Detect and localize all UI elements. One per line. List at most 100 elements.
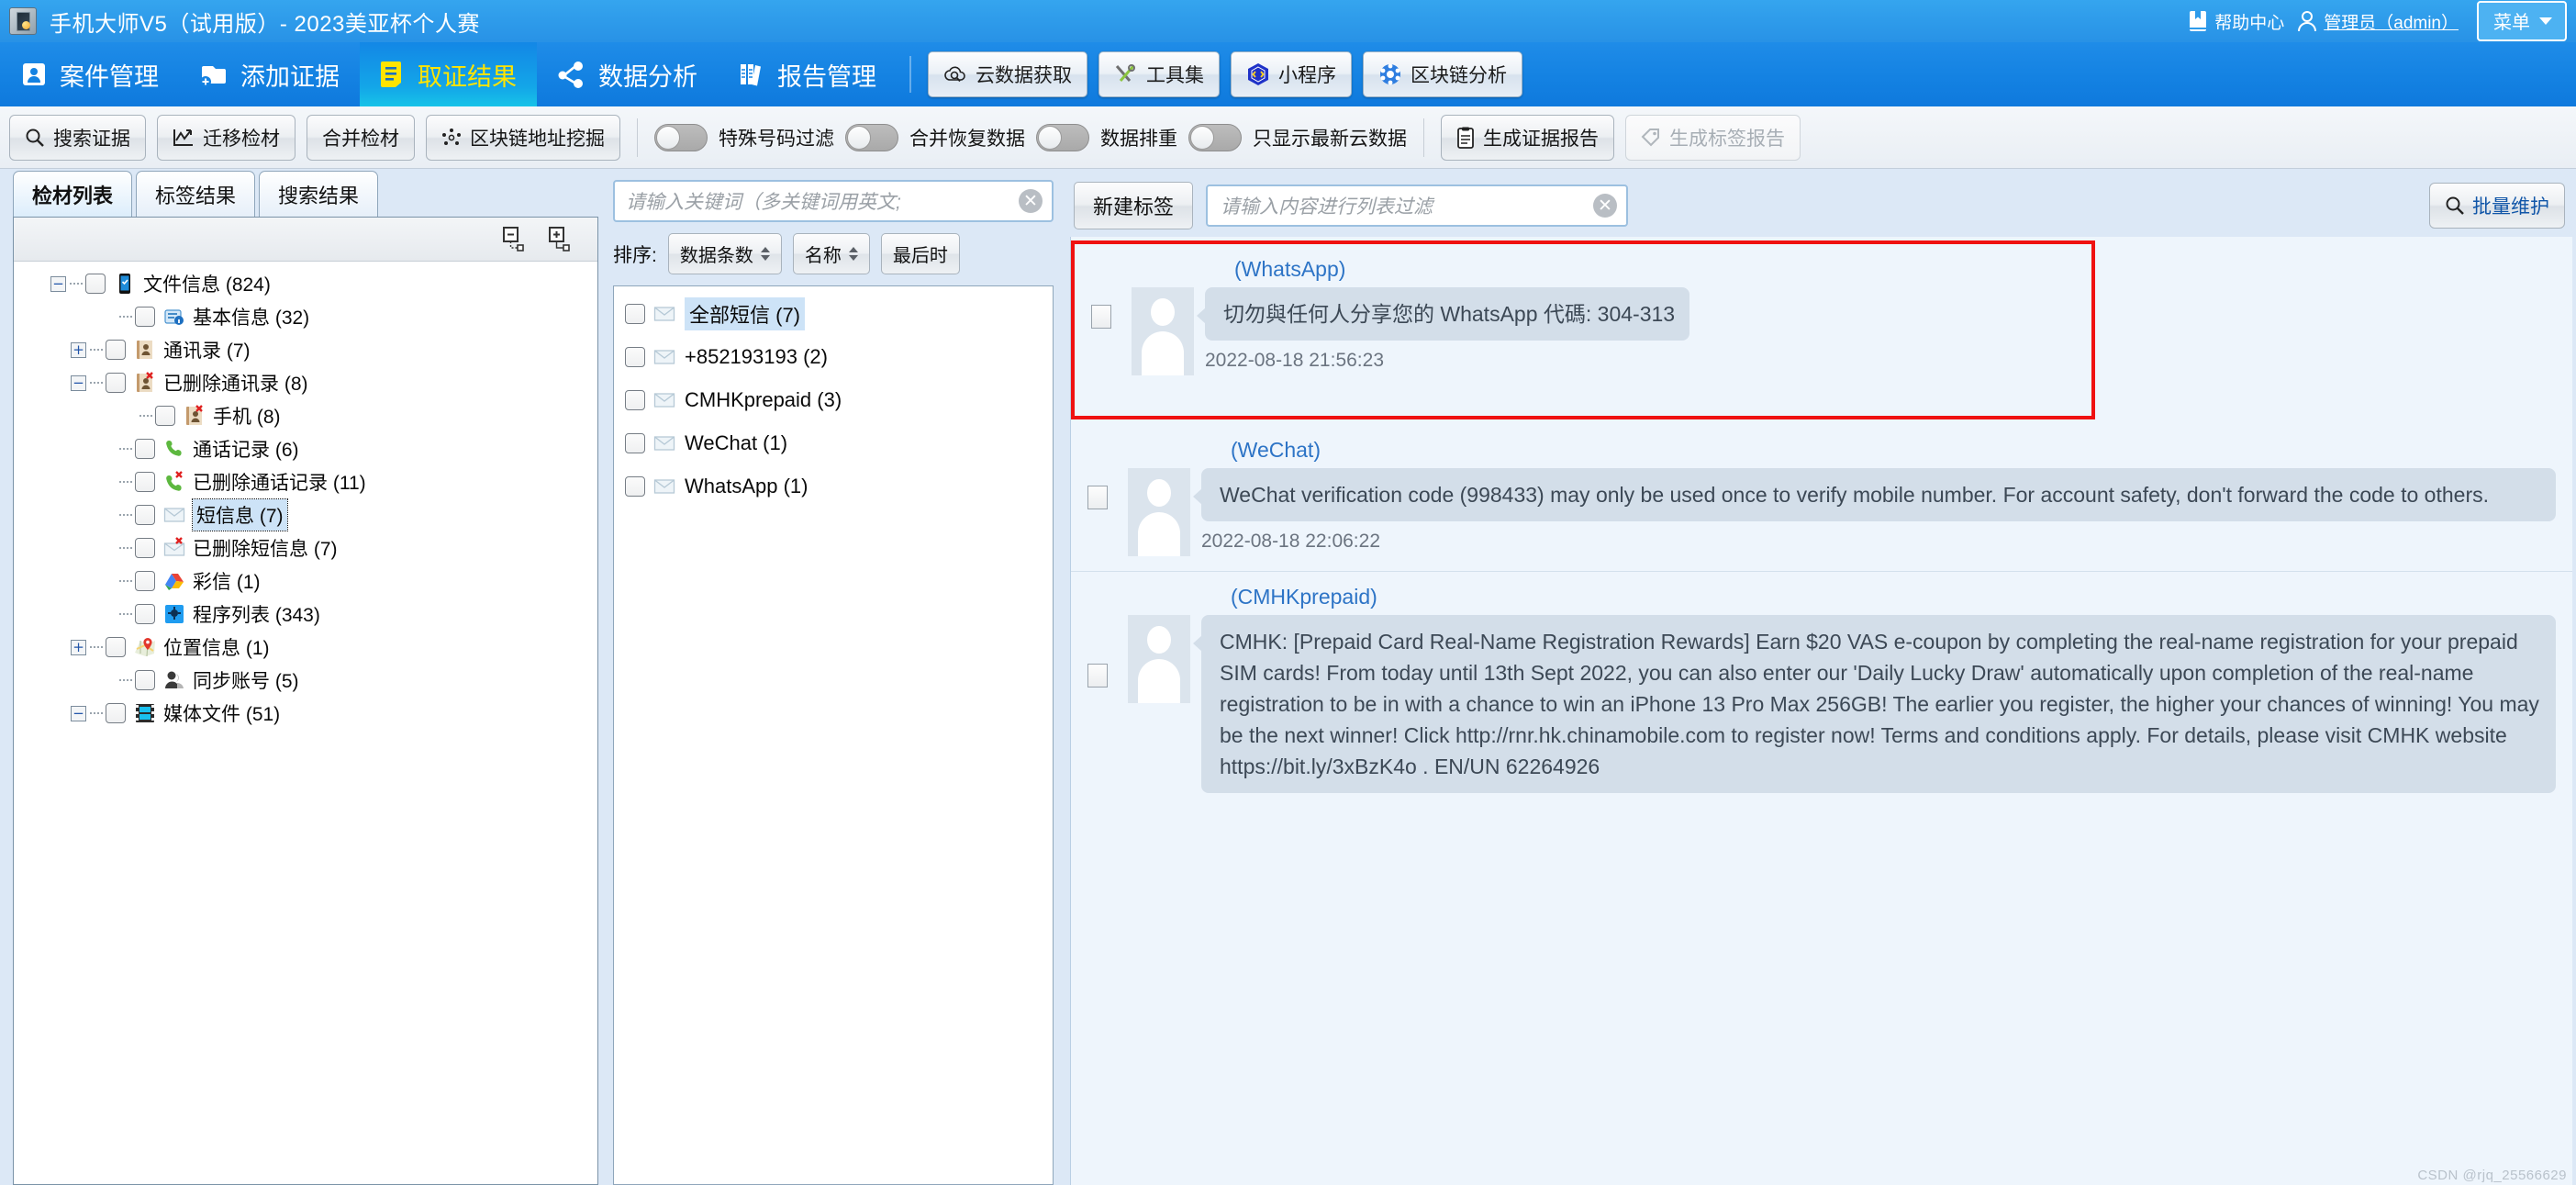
generate-evidence-report-button[interactable]: 生成证据报告 <box>1441 114 1614 161</box>
toggle-latest-cloud-data-only[interactable]: 只显示最新云数据 <box>1188 123 1407 151</box>
sort-by-last-time-button[interactable]: 最后时 <box>880 233 960 274</box>
list-item[interactable]: WeChat (1) <box>614 421 1053 464</box>
tree-node-media-files[interactable]: − 媒体文件 (51) <box>14 697 597 730</box>
batch-maintain-button[interactable]: 批量维护 <box>2429 183 2565 229</box>
tree-node-call-log[interactable]: 通话记录 (6) <box>14 432 597 465</box>
tree-node-sync-account[interactable]: 同步账号 (5) <box>14 664 597 697</box>
toggle-special-number-filter[interactable]: 特殊号码过滤 <box>654 123 834 151</box>
tree-checkbox[interactable] <box>85 274 106 294</box>
tree-node-basic-info[interactable]: 基本信息 (32) <box>14 300 597 333</box>
message-list[interactable]: (WhatsApp) 切勿與任何人分享您的 WhatsApp 代碼: 304-3… <box>1070 237 2572 1185</box>
cloud-fetch-button[interactable]: 云数据获取 <box>928 51 1087 97</box>
tree-node-app-list[interactable]: 程序列表 (343) <box>14 598 597 631</box>
message-checkbox[interactable] <box>1087 486 1108 509</box>
clear-icon[interactable]: ✕ <box>1593 194 1618 218</box>
collapse-toggle[interactable]: − <box>71 375 86 391</box>
help-center-link[interactable]: 帮助中心 <box>2188 9 2284 34</box>
tree-node-sms[interactable]: 短信息 (7) <box>14 498 597 531</box>
nav-tab-data-analysis[interactable]: 数据分析 <box>537 42 718 106</box>
tree-checkbox[interactable] <box>106 340 126 360</box>
list-item[interactable]: WhatsApp (1) <box>614 464 1053 508</box>
collapse-all-icon[interactable] <box>500 226 528 253</box>
tools-button[interactable]: 工具集 <box>1098 51 1220 97</box>
blockchain-analysis-button[interactable]: 区块链分析 <box>1363 51 1522 97</box>
user-account-link[interactable]: 管理员（admin） <box>2297 9 2459 34</box>
tree-node-contacts[interactable]: + 通讯录 (7) <box>14 333 597 366</box>
toggle-switch[interactable] <box>1036 123 1089 151</box>
clear-icon[interactable]: ✕ <box>1019 189 1043 213</box>
tree-checkbox[interactable] <box>106 637 126 657</box>
toggle-switch[interactable] <box>845 123 898 151</box>
tree-checkbox[interactable] <box>155 406 175 426</box>
button-label: 区块链地址挖掘 <box>470 128 605 150</box>
message-card[interactable]: (WeChat) WeChat verification code (99843… <box>1071 425 2572 565</box>
keyword-search-input[interactable]: 请输入关键词（多关键词用英文; ✕ <box>613 180 1054 222</box>
tree-node-deleted-sms[interactable]: 已删除短信息 (7) <box>14 531 597 565</box>
tab-tag-result[interactable]: 标签结果 <box>136 171 256 217</box>
sort-by-count-button[interactable]: 数据条数 <box>667 233 782 274</box>
list-item-checkbox[interactable] <box>625 303 645 324</box>
tree-checkbox[interactable] <box>135 472 155 492</box>
sort-by-name-button[interactable]: 名称 <box>792 233 870 274</box>
menu-button[interactable]: 菜单 <box>2477 1 2567 41</box>
list-item[interactable]: 全部短信 (7) <box>614 292 1053 335</box>
menu-label: 菜单 <box>2493 13 2530 33</box>
conversation-list[interactable]: 全部短信 (7) +852193193 (2) CMHKprepaid (3) <box>613 285 1054 1185</box>
generate-tag-report-button[interactable]: 生成标签报告 <box>1625 114 1801 161</box>
tree-checkbox[interactable] <box>135 505 155 525</box>
nav-label: 报告管理 <box>777 62 876 91</box>
mini-program-button[interactable]: 小程序 <box>1231 51 1352 97</box>
tree-checkbox[interactable] <box>135 670 155 690</box>
nav-tab-add-evidence[interactable]: 添加证据 <box>179 42 360 106</box>
tree-checkbox[interactable] <box>135 604 155 624</box>
tree-node-mms[interactable]: 彩信 (1) <box>14 565 597 598</box>
migrate-material-button[interactable]: 迁移检材 <box>157 114 296 161</box>
toggle-merge-recovered-data[interactable]: 合并恢复数据 <box>845 123 1025 151</box>
tree-checkbox[interactable] <box>106 373 126 393</box>
nav-tab-forensic-result[interactable]: 取证结果 <box>360 42 537 106</box>
nav-tab-report-management[interactable]: 报告管理 <box>718 42 897 106</box>
toggle-switch[interactable] <box>654 123 708 151</box>
message-checkbox[interactable] <box>1091 305 1111 329</box>
new-tag-button[interactable]: 新建标签 <box>1074 182 1194 229</box>
search-evidence-button[interactable]: 搜索证据 <box>9 114 146 161</box>
tree-checkbox[interactable] <box>106 703 126 723</box>
toggle-deduplicate-data[interactable]: 数据排重 <box>1036 123 1177 151</box>
collapse-toggle[interactable]: − <box>50 275 66 292</box>
tree-node-file-info[interactable]: − 文件信息 (824) <box>14 267 597 300</box>
watermark: CSDN @rjq_25566629 <box>2417 1168 2567 1183</box>
list-item-checkbox[interactable] <box>625 346 645 367</box>
collapse-toggle[interactable]: − <box>71 705 86 721</box>
message-card[interactable]: (CMHKprepaid) CMHK: [Prepaid Card Real-N… <box>1071 572 2572 802</box>
list-item-checkbox[interactable] <box>625 475 645 497</box>
tree-checkbox[interactable] <box>135 571 155 591</box>
list-item[interactable]: +852193193 (2) <box>614 335 1053 378</box>
toggle-switch[interactable] <box>1188 123 1242 151</box>
tree-checkbox[interactable] <box>135 439 155 459</box>
keyword-search-row: 请输入关键词（多关键词用英文; ✕ <box>608 174 1059 222</box>
tree-checkbox[interactable] <box>135 538 155 558</box>
list-item[interactable]: CMHKprepaid (3) <box>614 378 1053 421</box>
expand-all-icon[interactable] <box>546 226 574 253</box>
expand-toggle[interactable]: + <box>71 639 86 655</box>
tree-node-deleted-contacts[interactable]: − 已删除通讯录 (8) <box>14 366 597 399</box>
nav-tab-case-management[interactable]: 案件管理 <box>0 42 179 106</box>
tree-checkbox[interactable] <box>135 307 155 327</box>
material-tree[interactable]: − 文件信息 (824) 基本信息 (32) + 通讯录 (7) − 已删除通讯… <box>14 262 597 1184</box>
blockchain-address-mining-button[interactable]: 区块链地址挖掘 <box>426 114 620 161</box>
tree-node-location[interactable]: + 位置信息 (1) <box>14 631 597 664</box>
tree-node-phone[interactable]: 手机 (8) <box>14 399 597 432</box>
toolbar-divider-2 <box>1423 117 1424 157</box>
tab-search-result[interactable]: 搜索结果 <box>259 171 379 217</box>
list-filter-input[interactable]: 请输入内容进行列表过滤 ✕ <box>1206 184 1629 227</box>
tab-material-list[interactable]: 检材列表 <box>13 171 133 217</box>
list-item-checkbox[interactable] <box>625 389 645 410</box>
contacts-deleted-icon <box>186 405 203 425</box>
expand-toggle[interactable]: + <box>71 341 86 358</box>
list-item-checkbox[interactable] <box>625 432 645 453</box>
message-text: CMHK: [Prepaid Card Real-Name Registrati… <box>1193 615 2556 793</box>
message-checkbox[interactable] <box>1087 664 1108 688</box>
message-card-selected[interactable]: (WhatsApp) 切勿與任何人分享您的 WhatsApp 代碼: 304-3… <box>1071 240 2095 419</box>
tree-node-deleted-call-log[interactable]: 已删除通话记录 (11) <box>14 465 597 498</box>
merge-material-button[interactable]: 合并检材 <box>307 114 415 161</box>
